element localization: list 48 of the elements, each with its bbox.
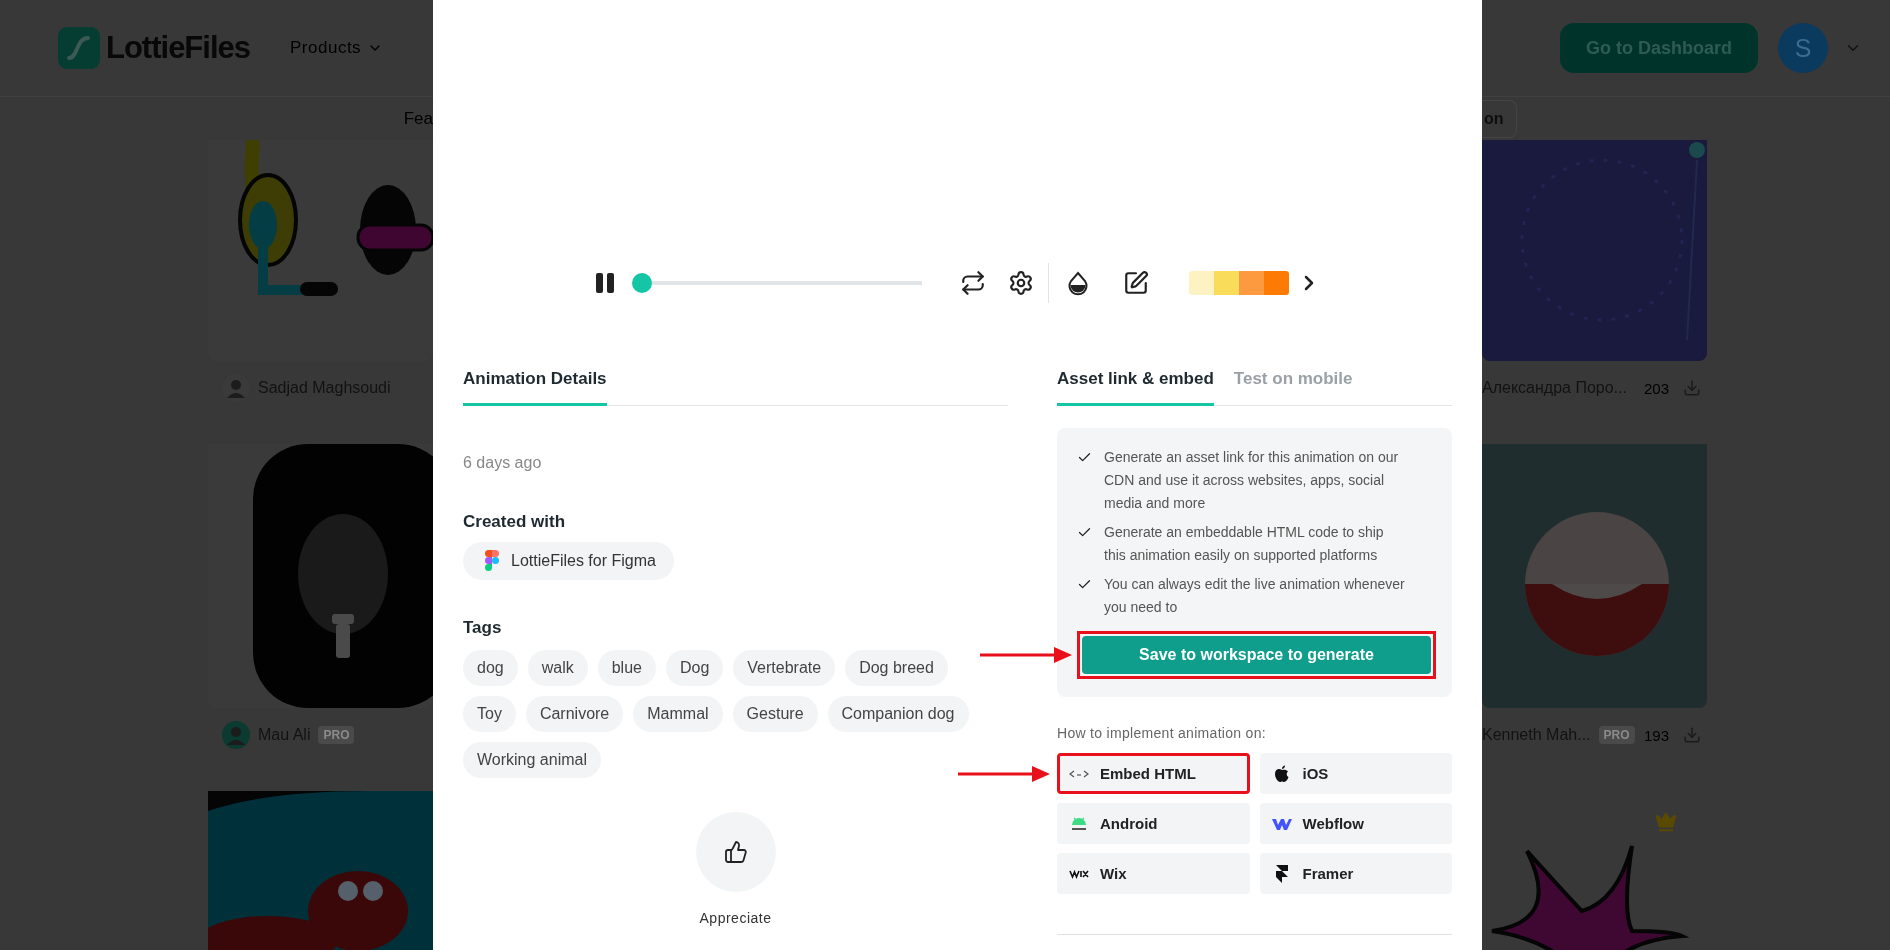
platform-button[interactable]: Webflow (1259, 803, 1452, 844)
platform-button[interactable]: Framer (1259, 853, 1452, 894)
benefit-text: You can always edit the live animation whenever you need to (1104, 575, 1406, 617)
benefit-text: Generate an embeddable HTML code to ship this animation easily on supported platforms (1104, 523, 1385, 565)
download-count: 193 (1643, 726, 1669, 744)
edit-icon[interactable] (1122, 270, 1149, 296)
tag-chip[interactable]: Dog breed (845, 650, 948, 686)
platform-button[interactable]: Android (1057, 803, 1250, 844)
tab[interactable]: Asset link & embed (1057, 355, 1214, 406)
date-text: 6 days ago (463, 454, 543, 472)
tag-chip[interactable]: Vertebrate (733, 650, 836, 686)
tag-chip[interactable]: Toy (463, 696, 516, 732)
section-label: Tags (463, 618, 503, 638)
pro-badge: PRO (1598, 726, 1635, 744)
appreciate-label: Appreciate (699, 910, 772, 926)
tag-chip[interactable]: dog (463, 650, 518, 686)
benefit-text: Generate an asset link for this animation on our CDN and use it across websites, apps, social media and more (1104, 448, 1400, 513)
section-label: Created with (463, 512, 567, 532)
tag-chip[interactable]: walk (527, 650, 588, 686)
color-swatch[interactable] (1213, 271, 1239, 295)
color-swatch[interactable] (1188, 271, 1214, 295)
platform-button[interactable]: Wix (1057, 853, 1250, 894)
settings-icon[interactable] (1007, 270, 1034, 296)
avatar-icon (222, 721, 250, 749)
tab[interactable]: Animation Details (463, 355, 607, 406)
tag-chip[interactable]: Companion dog (827, 696, 969, 732)
color-swatch[interactable] (1263, 271, 1289, 295)
tag-chip[interactable]: Gesture (732, 696, 818, 732)
slider-thumb[interactable] (631, 273, 652, 293)
download-icon[interactable] (1683, 726, 1701, 744)
pause-icon[interactable] (594, 272, 615, 294)
section-label: How to implement animation on: (1057, 725, 1267, 741)
logo-icon[interactable] (58, 27, 100, 69)
figma-icon (485, 550, 499, 572)
pro-badge: PRO (318, 726, 355, 744)
tag-chip[interactable]: Mammal (633, 696, 723, 732)
download-icon[interactable] (1683, 379, 1701, 397)
loop-icon[interactable] (959, 270, 986, 296)
tag-chip[interactable]: Working animal (463, 742, 601, 778)
download-count: 203 (1643, 379, 1669, 397)
tag-chip[interactable]: Dog (665, 650, 724, 686)
color-swatch[interactable] (1238, 271, 1264, 295)
tool-chip[interactable]: LottieFiles for Figma (463, 542, 674, 580)
platform-button[interactable]: iOS (1259, 753, 1452, 794)
thumbs-up-icon (723, 840, 748, 864)
tag-chip[interactable]: Carnivore (525, 696, 624, 732)
tag-chip[interactable]: blue (597, 650, 656, 686)
color-palette[interactable] (1188, 271, 1289, 295)
